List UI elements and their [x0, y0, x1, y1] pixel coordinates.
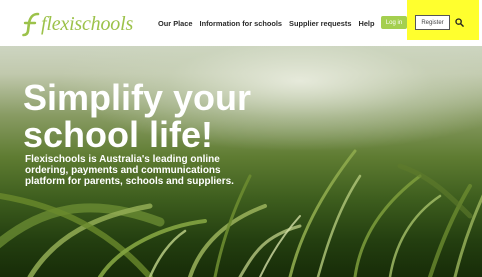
hero-description: Flexischools is Australia's leading onli…: [25, 154, 234, 187]
nav-help[interactable]: Help: [358, 19, 374, 28]
search-button[interactable]: [454, 16, 465, 28]
logo-mark-icon: [22, 12, 40, 37]
hero-title: Simplify your school life!: [23, 79, 283, 153]
flexischools-logo[interactable]: flexischools: [22, 11, 133, 37]
hero-title-line-2: school life!: [23, 114, 214, 155]
logo-text: flexischools: [41, 12, 134, 35]
login-button[interactable]: Log in: [381, 16, 407, 29]
hero-title-line-1: Simplify your: [23, 77, 252, 118]
register-button[interactable]: Register: [415, 15, 450, 30]
hero-banner: Simplify your school life! Flexischools …: [0, 46, 482, 277]
nav-our-place[interactable]: Our Place: [158, 19, 193, 28]
nav-information-for-schools[interactable]: Information for schools: [200, 19, 283, 28]
nav-supplier-requests[interactable]: Supplier requests: [289, 19, 351, 28]
search-icon: [455, 17, 464, 27]
site-header: flexischools Our Place Information for s…: [0, 0, 482, 46]
main-nav: Our Place Information for schools Suppli…: [158, 0, 375, 46]
